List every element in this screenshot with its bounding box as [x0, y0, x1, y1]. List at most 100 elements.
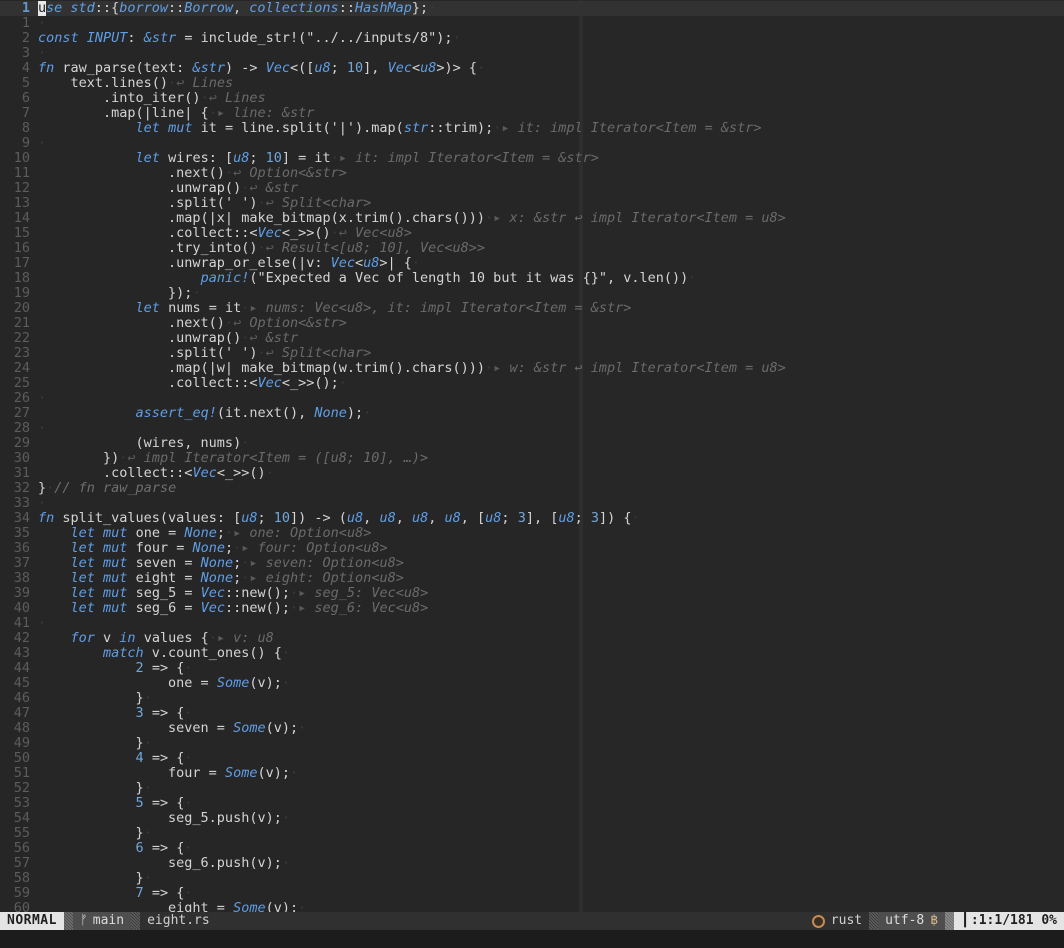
inlay-type-hint: Split<char>	[281, 345, 372, 361]
code-line[interactable]: 57 seg_6.push(v);·	[0, 856, 1064, 871]
code-line[interactable]: 21 .next()·↩ Option<&str>	[0, 316, 1064, 331]
code-token: se	[46, 0, 63, 16]
code-token: seven =	[127, 555, 201, 571]
code-line[interactable]: 28 ·	[0, 421, 1064, 436]
code-token: four =	[38, 765, 225, 781]
code-line[interactable]: 8 let mut it = line.split('|').map(str::…	[0, 121, 1064, 136]
code-line[interactable]: 20 let nums = it·▸ nums: Vec<u8>, it: im…	[0, 301, 1064, 316]
code-line[interactable]: 48 seven = Some(v);·	[0, 721, 1064, 736]
code-line-content: .split(' ')·↩ Split<char>	[38, 196, 1064, 211]
line-number: 41	[13, 615, 30, 631]
code-line[interactable]: 50 4 => {·	[0, 751, 1064, 766]
code-line-content: text.lines()·↩ Lines	[38, 76, 1064, 91]
code-line[interactable]: 38 let mut eight = None;·▸ eight: Option…	[0, 571, 1064, 586]
inlay-type-hint: v: u8	[233, 630, 274, 646]
code-line[interactable]: 41 ·	[0, 616, 1064, 631]
code-line[interactable]: 47 3 => {·	[0, 706, 1064, 721]
code-line[interactable]: 37 let mut seven = None;·▸ seven: Option…	[0, 556, 1064, 571]
code-line[interactable]: 49 }·	[0, 736, 1064, 751]
code-line-content: .next()·↩ Option<&str>	[38, 166, 1064, 181]
code-line[interactable]: 12 .unwrap()·↩ &str	[0, 181, 1064, 196]
code-line[interactable]: 1 use std::{borrow::Borrow, collections::…	[0, 1, 1064, 16]
code-line[interactable]: 15 .collect::<Vec<_>>()·↩ Vec<u8>	[0, 226, 1064, 241]
code-token: u8	[444, 510, 461, 526]
code-line[interactable]: 4 fn raw_parse(text: &str) -> Vec<([u8; 1…	[0, 61, 1064, 76]
code-line-content: });·	[38, 286, 1064, 301]
status-filetype[interactable]: rust	[804, 912, 870, 930]
code-line-content: .collect::<Vec<_>>()·↩ Vec<u8>	[38, 226, 1064, 241]
inlay-hint-arrow-icon: ↩	[265, 240, 282, 256]
code-line[interactable]: 29 (wires, nums)·	[0, 436, 1064, 451]
code-line[interactable]: 9 ·	[0, 136, 1064, 151]
code-line[interactable]: 24 .map(|w| make_bitmap(w.trim().chars()…	[0, 361, 1064, 376]
line-number: 30	[13, 450, 30, 466]
code-line[interactable]: 31 .collect::<Vec<_>>()·	[0, 466, 1064, 481]
code-line[interactable]: 17 .unwrap_or_else(|v: Vec<u8>| {·	[0, 256, 1064, 271]
code-line[interactable]: 16 .try_into()·↩ Result<[u8; 10], Vec<u8…	[0, 241, 1064, 256]
line-number: 14	[13, 210, 30, 226]
editor-viewport[interactable]: 1 use std::{borrow::Borrow, collections::…	[0, 0, 1064, 912]
code-line[interactable]: 18 panic!("Expected a Vec of length 10 b…	[0, 271, 1064, 286]
code-line[interactable]: 39 let mut seg_5 = Vec::new();·▸ seg_5: …	[0, 586, 1064, 601]
code-line[interactable]: 7 .map(|line| {·▸ line: &str	[0, 106, 1064, 121]
status-git-branch[interactable]: ᚠ main	[72, 912, 132, 930]
code-line[interactable]: 19 });·	[0, 286, 1064, 301]
code-token: panic!	[200, 270, 250, 286]
eol-whitespace-dot: ·	[143, 780, 152, 796]
code-line[interactable]: 13 .split(' ')·↩ Split<char>	[0, 196, 1064, 211]
code-line-content: match v.count_ones() {·	[38, 646, 1064, 661]
eol-whitespace-dot: ·	[225, 525, 234, 541]
code-line[interactable]: 53 5 => {·	[0, 796, 1064, 811]
code-line[interactable]: 11 .next()·↩ Option<&str>	[0, 166, 1064, 181]
code-line[interactable]: 52 }·	[0, 781, 1064, 796]
code-line[interactable]: 36 let mut four = None;·▸ four: Option<u…	[0, 541, 1064, 556]
code-line[interactable]: 5 text.lines()·↩ Lines	[0, 76, 1064, 91]
code-line[interactable]: 25 .collect::<Vec<_>>();·	[0, 376, 1064, 391]
code-line[interactable]: 14 .map(|x| make_bitmap(x.trim().chars()…	[0, 211, 1064, 226]
code-token: });	[38, 285, 193, 301]
code-line[interactable]: 46 }·	[0, 691, 1064, 706]
code-token: u8	[379, 510, 396, 526]
inlay-type-hint: Vec<u8>	[355, 225, 412, 241]
code-line[interactable]: 34 fn split_values(values: [u8; 10]) -> (…	[0, 511, 1064, 526]
code-line[interactable]: 10 let wires: [u8; 10] = it·▸ it: impl I…	[0, 151, 1064, 166]
code-line[interactable]: 1 ·	[0, 16, 1064, 31]
code-line[interactable]: 22 .unwrap()·↩ &str	[0, 331, 1064, 346]
code-line[interactable]: 35 let mut one = None;·▸ one: Option<u8>	[0, 526, 1064, 541]
code-line[interactable]: 45 one = Some(v);·	[0, 676, 1064, 691]
code-token: 2	[135, 660, 144, 676]
code-line[interactable]: 54 seg_5.push(v);·	[0, 811, 1064, 826]
code-line[interactable]: 23 .split(' ')·↩ Split<char>	[0, 346, 1064, 361]
code-token: .unwrap()	[38, 330, 242, 346]
code-line[interactable]: 3 ·	[0, 46, 1064, 61]
code-token: ;	[224, 540, 234, 556]
code-line[interactable]: 58 }·	[0, 871, 1064, 886]
code-line[interactable]: 26 ·	[0, 391, 1064, 406]
code-line[interactable]: 42 for v in values {·▸ v: u8	[0, 631, 1064, 646]
code-line[interactable]: 32}·// fn raw_parse	[0, 481, 1064, 496]
code-line[interactable]: 43 match v.count_ones() {·	[0, 646, 1064, 661]
code-line[interactable]: 2 const INPUT: &str = include_str!("../..…	[0, 31, 1064, 46]
inlay-hint-arrow-icon: ▸	[493, 360, 510, 376]
code-line[interactable]: 51 four = Some(v);·	[0, 766, 1064, 781]
code-line[interactable]: 59 7 => {·	[0, 886, 1064, 901]
code-token: nums = it	[159, 300, 242, 316]
code-line[interactable]: 30 })·↩ impl Iterator<Item = ([u8; 10], …	[0, 451, 1064, 466]
code-token: None	[200, 555, 234, 571]
code-line[interactable]: 56 6 => {·	[0, 841, 1064, 856]
code-line[interactable]: 60 eight = Some(v);·	[0, 901, 1064, 913]
code-line[interactable]: 44 2 => {·	[0, 661, 1064, 676]
code-line[interactable]: 40 let mut seg_6 = Vec::new();·▸ seg_6: …	[0, 601, 1064, 616]
code-token: => {	[143, 705, 185, 721]
code-line[interactable]: 27 assert_eq!(it.next(), None);·	[0, 406, 1064, 421]
code-line-content: 5 => {·	[38, 796, 1064, 811]
code-line-content: seven = Some(v);·	[38, 721, 1064, 736]
code-token: .map(|w| make_bitmap(w.trim().chars()))	[38, 360, 486, 376]
code-line[interactable]: 33 ·	[0, 496, 1064, 511]
code-token: ::trim);	[428, 120, 494, 136]
code-line[interactable]: 6 .into_iter()·↩ Lines	[0, 91, 1064, 106]
code-line[interactable]: 55 }·	[0, 826, 1064, 841]
